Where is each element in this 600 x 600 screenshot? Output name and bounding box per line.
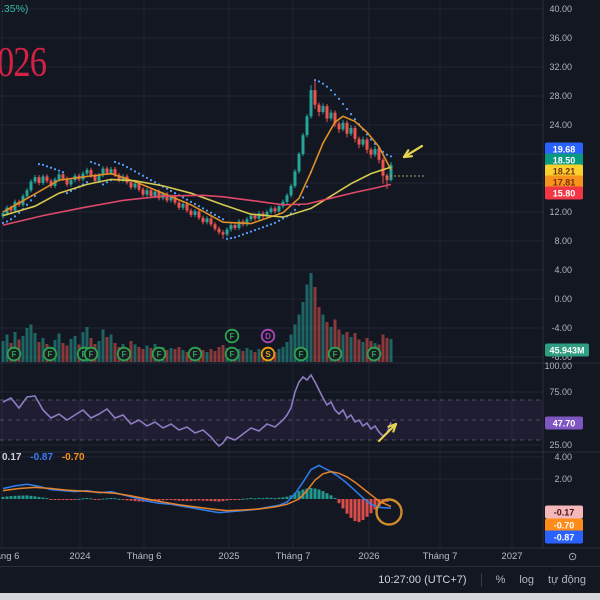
time-tick: 2027 [501,551,523,562]
svg-text:F: F [89,350,94,359]
svg-text:F: F [12,350,17,359]
macd-histogram [1,487,393,523]
svg-text:F: F [122,350,127,359]
svg-text:F: F [372,350,377,359]
bottom-toolbar: 10:27:00 (UTC+7) % log tự động [0,566,600,593]
svg-text:F: F [48,350,53,359]
time-tick: Tháng 7 [422,551,458,562]
svg-text:D: D [265,332,271,341]
macd-signal-value: -0.70 [61,452,85,463]
rsi-band [0,399,543,441]
svg-text:F: F [230,350,235,359]
auto-scale-button[interactable]: tự động [548,574,586,586]
svg-text:F: F [299,350,304,359]
ma-fast-orange [2,115,392,225]
percent-scale-button[interactable]: % [496,574,506,586]
svg-text:F: F [230,332,235,341]
page-bottom-strip [0,593,600,600]
target-icon[interactable]: ⊙ [568,550,577,563]
chart-canvas[interactable]: FFFFFFFFFDSFFF40.0036.0032.0028.0024.001… [0,0,600,600]
macd-line-value: -0.87 [30,452,54,463]
ma-slow-crimson [2,183,392,226]
svg-text:F: F [157,350,162,359]
price-axis[interactable] [543,0,600,548]
time-axis[interactable]: ⊙ Tháng 6 2024 Tháng 6 2025 Tháng 7 2026 Tháng… [0,548,600,566]
candles[interactable] [1,80,393,239]
time-tick: 2024 [69,551,91,562]
macd-legend: 0.17 -0.87 -0.70 [2,452,91,463]
time-tick: Tháng 6 [126,551,162,562]
time-tick: 2025 [218,551,240,562]
ma-mid-yellow [2,166,392,218]
macd-histogram-value: 0.17 [2,452,22,463]
svg-text:F: F [333,350,338,359]
svg-text:S: S [265,350,271,359]
psar-dots [1,78,393,240]
trading-chart-window: FFFFFFFFFDSFFF40.0036.0032.0028.0024.001… [0,0,600,600]
symbol-change-fragment: .35%) [1,3,29,15]
svg-text:F: F [193,350,198,359]
clock-display: 10:27:00 (UTC+7) [378,574,467,586]
toolbar-divider [480,573,482,587]
pane-dividers [0,0,600,549]
log-scale-button[interactable]: log [519,574,534,586]
gridlines [0,0,543,548]
time-tick: Tháng 7 [275,551,311,562]
watermark-year: 026 [0,40,47,86]
time-tick: Tháng 6 [0,551,20,562]
time-tick: 2026 [358,551,380,562]
